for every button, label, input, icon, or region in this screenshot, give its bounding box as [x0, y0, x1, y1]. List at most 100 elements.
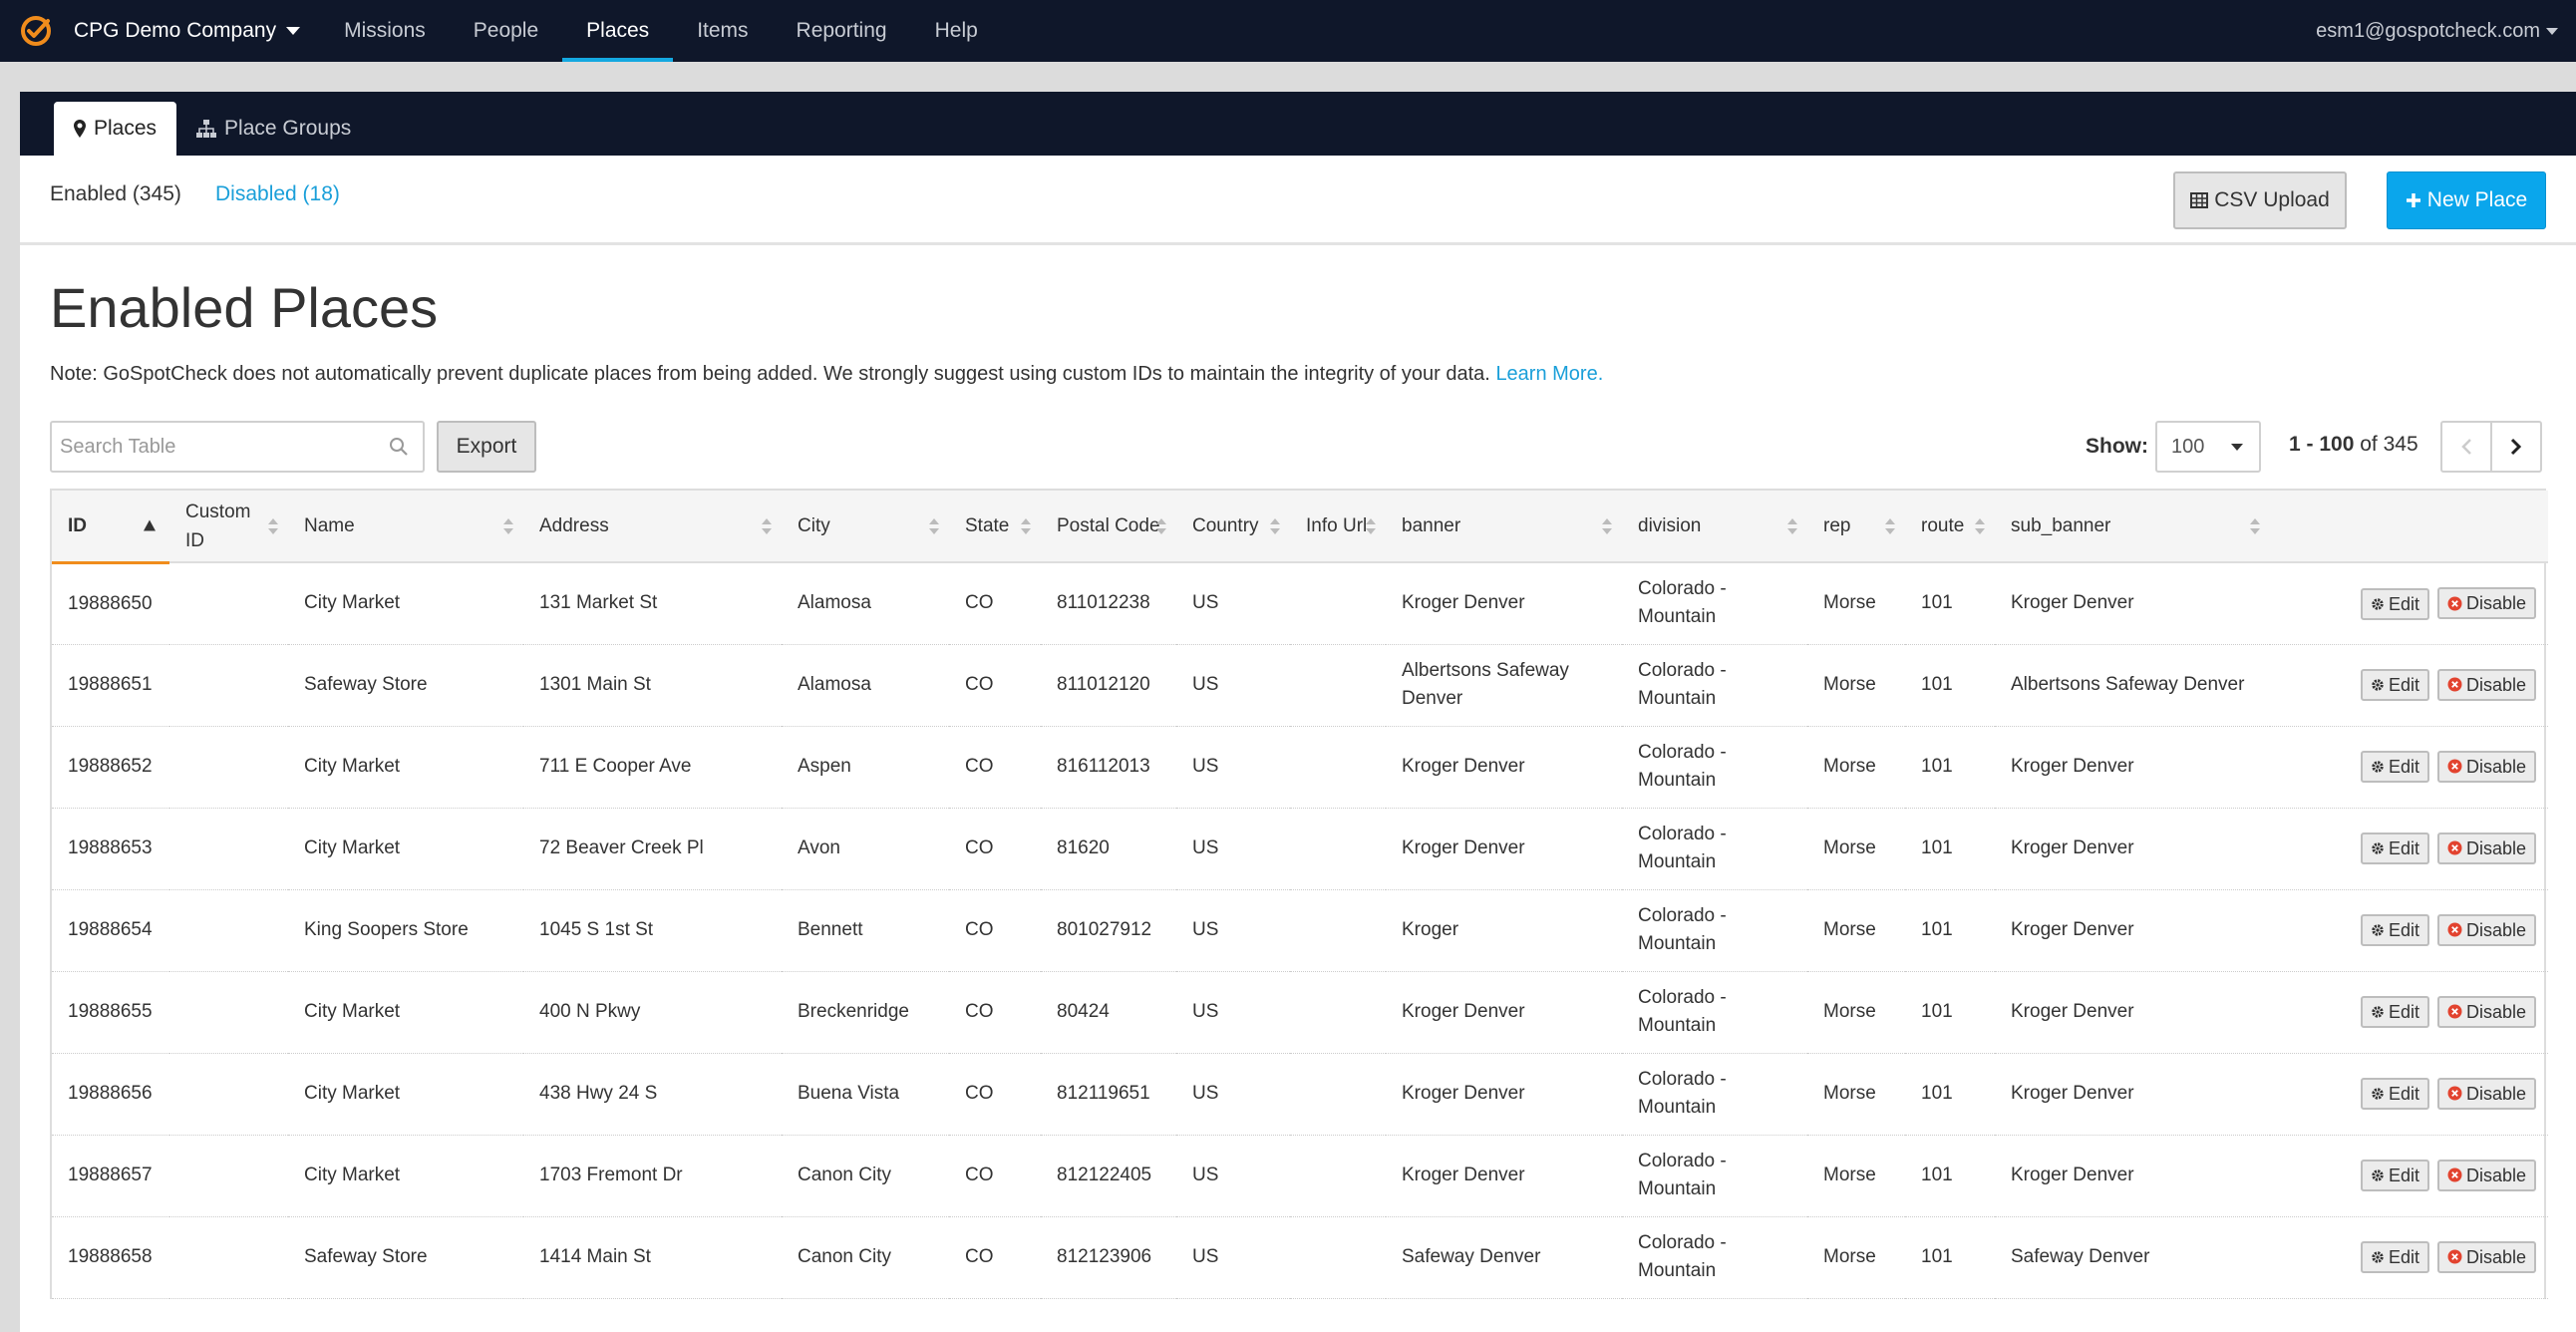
col-header-id[interactable]: ID	[52, 491, 169, 564]
col-header-city[interactable]: City	[782, 491, 949, 563]
user-menu[interactable]: esm1@gospotcheck.com	[2316, 0, 2558, 62]
nav-places[interactable]: Places	[562, 0, 674, 62]
cell-info-url	[1290, 971, 1386, 1054]
row-actions: Edit Disable	[2270, 1216, 2548, 1299]
csv-upload-label: CSV Upload	[2214, 188, 2330, 211]
col-header-custom-id[interactable]: Custom ID	[169, 491, 288, 563]
sort-icon	[1270, 517, 1280, 534]
edit-button[interactable]: Edit	[2360, 832, 2429, 865]
disable-button[interactable]: Disable	[2436, 587, 2536, 619]
disable-label: Disable	[2465, 919, 2526, 940]
col-header-name[interactable]: Name	[288, 491, 523, 563]
col-header-rep[interactable]: rep	[1807, 491, 1905, 563]
cell-rep: Morse	[1807, 889, 1905, 972]
cell-state: CO	[949, 644, 1041, 727]
disable-button[interactable]: Disable	[2436, 913, 2536, 946]
edit-label: Edit	[2388, 675, 2419, 696]
col-header-route[interactable]: route	[1905, 491, 1995, 563]
nav-items[interactable]: Items	[673, 0, 772, 62]
table-body: 19888650 City Market 131 Market St Alamosa C…	[52, 562, 2548, 1299]
cell-city: Avon	[782, 808, 949, 890]
cell-banner: Kroger Denver	[1386, 726, 1622, 809]
company-dropdown[interactable]: CPG Demo Company	[74, 19, 301, 43]
disable-button[interactable]: Disable	[2436, 1077, 2536, 1110]
caret-down-icon	[286, 27, 301, 35]
col-header-info-url[interactable]: Info Url	[1290, 491, 1386, 563]
pagination-range: 1 - 100 of 345	[2289, 433, 2418, 457]
disable-button[interactable]: Disable	[2436, 750, 2536, 783]
cell-address: 1301 Main St	[523, 644, 782, 727]
filter-disabled[interactable]: Disabled (18)	[215, 182, 340, 206]
prev-page-button[interactable]	[2440, 421, 2492, 473]
cell-division: Colorado - Mountain	[1622, 562, 1807, 645]
edit-button[interactable]: Edit	[2360, 587, 2429, 620]
edit-button[interactable]: Edit	[2360, 996, 2429, 1029]
subtab-bar: Places Place Groups	[20, 92, 2576, 156]
cell-custom-id	[169, 644, 288, 727]
nav-missions[interactable]: Missions	[320, 0, 450, 62]
cell-postal-code: 812119651	[1041, 1053, 1176, 1136]
cell-sub-banner: Kroger Denver	[1995, 1053, 2270, 1136]
cell-sub-banner: Albertsons Safeway Denver	[1995, 644, 2270, 727]
cell-state: CO	[949, 1216, 1041, 1299]
cell-banner: Kroger Denver	[1386, 971, 1622, 1054]
col-header-division[interactable]: division	[1622, 491, 1807, 563]
duplicate-note: Note: GoSpotCheck does not automatically…	[50, 363, 1603, 386]
edit-button[interactable]: Edit	[2360, 1241, 2429, 1274]
edit-button[interactable]: Edit	[2360, 1078, 2429, 1111]
table-row: 19888654 King Soopers Store 1045 S 1st St B…	[52, 889, 2548, 972]
times-circle-icon	[2447, 1004, 2462, 1019]
disable-label: Disable	[2465, 674, 2526, 695]
disable-button[interactable]: Disable	[2436, 668, 2536, 701]
disable-button[interactable]: Disable	[2436, 995, 2536, 1028]
tab-places[interactable]: Places	[54, 102, 177, 156]
col-header-postal-code[interactable]: Postal Code	[1041, 491, 1176, 563]
edit-button[interactable]: Edit	[2360, 751, 2429, 784]
search-input[interactable]	[52, 434, 371, 460]
cell-city: Canon City	[782, 1135, 949, 1217]
sort-asc-icon	[144, 519, 156, 531]
filter-enabled[interactable]: Enabled (345)	[50, 182, 181, 206]
new-place-button[interactable]: New Place	[2387, 171, 2546, 229]
gospotcheck-logo-icon[interactable]	[20, 15, 52, 47]
cell-banner: Kroger Denver	[1386, 562, 1622, 645]
row-actions: Edit Disable	[2270, 1053, 2548, 1136]
chevron-left-icon	[2461, 439, 2471, 455]
col-header-sub-banner[interactable]: sub_banner	[1995, 491, 2270, 563]
edit-button[interactable]: Edit	[2360, 914, 2429, 947]
times-circle-icon	[2447, 840, 2462, 855]
col-header-address[interactable]: Address	[523, 491, 782, 563]
nav-help[interactable]: Help	[911, 0, 1002, 62]
export-button[interactable]: Export	[437, 421, 536, 473]
disable-button[interactable]: Disable	[2436, 832, 2536, 864]
cell-custom-id	[169, 1216, 288, 1299]
nav-people[interactable]: People	[450, 0, 562, 62]
cell-id: 19888651	[52, 644, 169, 727]
col-header-country[interactable]: Country	[1176, 491, 1290, 563]
cell-info-url	[1290, 1135, 1386, 1217]
nav-reporting[interactable]: Reporting	[773, 0, 911, 62]
cell-rep: Morse	[1807, 726, 1905, 809]
cell-division: Colorado - Mountain	[1622, 1135, 1807, 1217]
csv-upload-button[interactable]: CSV Upload	[2173, 171, 2347, 229]
table-row: 19888656 City Market 438 Hwy 24 S Buena Vis…	[52, 1053, 2548, 1136]
cell-custom-id	[169, 726, 288, 809]
search-box	[50, 421, 425, 473]
row-actions: Edit Disable	[2270, 971, 2548, 1054]
page-title: Enabled Places	[50, 276, 439, 339]
edit-button[interactable]: Edit	[2360, 1160, 2429, 1192]
disable-button[interactable]: Disable	[2436, 1240, 2536, 1273]
plus-icon	[2406, 193, 2420, 207]
page-size-select[interactable]: 100	[2155, 421, 2261, 473]
learn-more-link[interactable]: Learn More.	[1495, 363, 1603, 385]
col-header-state[interactable]: State	[949, 491, 1041, 563]
disable-button[interactable]: Disable	[2436, 1159, 2536, 1191]
row-actions: Edit Disable	[2270, 808, 2548, 890]
col-header-banner[interactable]: banner	[1386, 491, 1622, 563]
tab-place-groups[interactable]: Place Groups	[176, 102, 371, 156]
next-page-button[interactable]	[2490, 421, 2542, 473]
cell-sub-banner: Kroger Denver	[1995, 971, 2270, 1054]
sort-icon	[1885, 517, 1895, 534]
edit-button[interactable]: Edit	[2360, 669, 2429, 702]
cell-rep: Morse	[1807, 1135, 1905, 1217]
